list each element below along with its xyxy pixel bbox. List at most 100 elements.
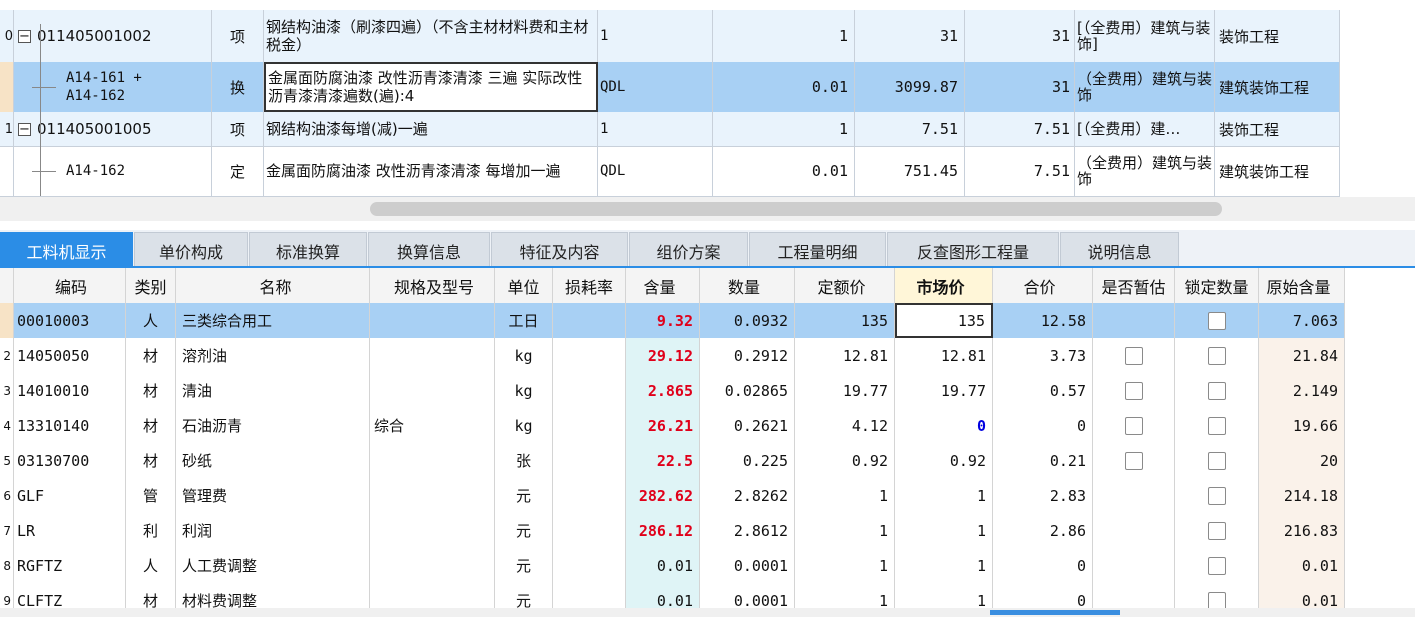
resource-spec[interactable] (370, 548, 495, 583)
resource-content[interactable]: 282.62 (626, 478, 700, 513)
resource-loss-rate[interactable] (553, 443, 626, 478)
resource-name[interactable]: 清油 (176, 373, 370, 408)
header-loss-rate[interactable]: 损耗率 (553, 268, 626, 303)
item-fee[interactable]: [（全费用）建… (1075, 112, 1215, 146)
lock-quantity-checkbox[interactable] (1207, 486, 1226, 505)
item-unit[interactable]: QDL (598, 62, 713, 112)
item-profession[interactable]: 装饰工程 (1215, 10, 1340, 62)
resource-loss-rate[interactable] (553, 548, 626, 583)
header-type[interactable]: 类别 (126, 268, 176, 303)
tab-description-info[interactable]: 说明信息 (1060, 232, 1179, 268)
resource-code[interactable]: 14010010 (14, 373, 126, 408)
item-profession[interactable]: 建筑装饰工程 (1215, 146, 1340, 196)
resource-content[interactable]: 29.12 (626, 338, 700, 373)
resource-content[interactable]: 22.5 (626, 443, 700, 478)
table-row-selected[interactable]: 00010003 人 三类综合用工 工日 9.32 0.0932 135 135… (0, 303, 1345, 339)
resource-content[interactable]: 9.32 (626, 303, 700, 338)
resource-loss-rate[interactable] (553, 373, 626, 408)
header-code[interactable]: 编码 (14, 268, 126, 303)
lock-quantity-checkbox[interactable] (1207, 556, 1226, 575)
lock-quantity-checkbox[interactable] (1207, 311, 1226, 330)
resource-code[interactable]: 03130700 (14, 443, 126, 478)
resource-name[interactable]: 人工费调整 (176, 548, 370, 583)
resource-name[interactable]: 溶剂油 (176, 338, 370, 373)
resource-market-price[interactable]: 1 (895, 513, 993, 548)
header-quota-price[interactable]: 定额价 (795, 268, 895, 303)
item-qty[interactable]: 0.01 (713, 146, 855, 196)
provisional-checkbox[interactable] (1124, 416, 1143, 435)
tab-quantity-detail[interactable]: 工程量明细 (749, 232, 886, 268)
resource-name[interactable]: 利润 (176, 513, 370, 548)
item-name[interactable]: 钢结构油漆每增(减)一遍 (264, 112, 598, 146)
table-row[interactable]: 5 03130700 材 砂纸 张 22.5 0.225 0.92 0.92 0… (0, 443, 1345, 479)
resource-name[interactable]: 材料费调整 (176, 583, 370, 610)
lock-quantity-checkbox[interactable] (1207, 416, 1226, 435)
resource-code[interactable]: 13310140 (14, 408, 126, 443)
item-name-editor[interactable]: 金属面防腐油漆 改性沥青漆清漆 三遍 实际改性沥青漆清漆遍数(遍):4 (264, 62, 598, 112)
resource-type[interactable]: 人 (126, 303, 176, 338)
resource-content[interactable]: 286.12 (626, 513, 700, 548)
item-fee[interactable]: （全费用）建筑与装饰 (1075, 146, 1215, 196)
header-spec[interactable]: 规格及型号 (370, 268, 495, 303)
header-market-price[interactable]: 市场价 (895, 268, 993, 303)
provisional-checkbox[interactable] (1124, 451, 1143, 470)
resource-unit[interactable]: kg (495, 338, 553, 373)
resource-loss-rate[interactable] (553, 408, 626, 443)
lock-quantity-checkbox[interactable] (1207, 346, 1226, 365)
tab-graphic-quantity-lookup[interactable]: 反查图形工程量 (887, 232, 1059, 268)
resource-unit[interactable]: kg (495, 408, 553, 443)
resource-spec[interactable] (370, 303, 495, 338)
tab-standard-conversion[interactable]: 标准换算 (249, 232, 367, 268)
header-lock-quantity[interactable]: 锁定数量 (1175, 268, 1259, 303)
resource-code[interactable]: 14050050 (14, 338, 126, 373)
table-row[interactable]: 1 − 011405001005 项 钢结构油漆每增(减)一遍 1 1 7.51… (0, 112, 1340, 147)
resource-loss-rate[interactable] (553, 338, 626, 373)
provisional-checkbox[interactable] (1124, 381, 1143, 400)
resource-market-price[interactable]: 12.81 (895, 338, 993, 373)
resource-unit[interactable]: 元 (495, 513, 553, 548)
horizontal-scrollbar[interactable] (0, 197, 1415, 221)
item-profession[interactable]: 装饰工程 (1215, 112, 1340, 146)
resource-code[interactable]: GLF (14, 478, 126, 513)
resource-unit[interactable]: kg (495, 373, 553, 408)
scrollbar-thumb[interactable] (370, 202, 1222, 216)
resource-spec[interactable] (370, 338, 495, 373)
table-row[interactable]: 4 13310140 材 石油沥青 综合 kg 26.21 0.2621 4.1… (0, 408, 1345, 444)
table-row[interactable]: 7 LR 利 利润 元 286.12 2.8612 1 1 2.86 216.8… (0, 513, 1345, 549)
resource-spec[interactable] (370, 443, 495, 478)
lock-quantity-checkbox[interactable] (1207, 591, 1226, 610)
item-qty[interactable]: 1 (713, 112, 855, 146)
provisional-checkbox[interactable] (1124, 346, 1143, 365)
resource-spec[interactable] (370, 513, 495, 548)
resource-market-price[interactable]: 0 (895, 408, 993, 443)
resource-spec[interactable] (370, 373, 495, 408)
table-row[interactable]: 3 14010010 材 清油 kg 2.865 0.02865 19.77 1… (0, 373, 1345, 409)
lock-quantity-checkbox[interactable] (1207, 451, 1226, 470)
resource-unit[interactable]: 元 (495, 548, 553, 583)
resource-content[interactable]: 26.21 (626, 408, 700, 443)
resource-unit[interactable]: 张 (495, 443, 553, 478)
item-name[interactable]: 钢结构油漆（刷漆四遍）（不含主材材料费和主材税金） (264, 10, 598, 62)
table-row[interactable]: 0 − 011405001002 项 钢结构油漆（刷漆四遍）（不含主材材料费和主… (0, 10, 1340, 63)
table-row[interactable]: A14-162 定 金属面防腐油漆 改性沥青漆清漆 每增加一遍 QDL 0.01… (0, 146, 1340, 197)
header-content[interactable]: 含量 (626, 268, 700, 303)
header-total-price[interactable]: 合价 (993, 268, 1093, 303)
resource-loss-rate[interactable] (553, 478, 626, 513)
resource-content[interactable]: 0.01 (626, 548, 700, 583)
header-quantity[interactable]: 数量 (700, 268, 795, 303)
resource-type[interactable]: 材 (126, 583, 176, 610)
resource-name[interactable]: 管理费 (176, 478, 370, 513)
resource-type[interactable]: 利 (126, 513, 176, 548)
resource-type[interactable]: 材 (126, 338, 176, 373)
resource-name[interactable]: 石油沥青 (176, 408, 370, 443)
table-row[interactable]: 2 14050050 材 溶剂油 kg 29.12 0.2912 12.81 1… (0, 338, 1345, 374)
header-unit[interactable]: 单位 (495, 268, 553, 303)
resource-code[interactable]: RGFTZ (14, 548, 126, 583)
resource-type[interactable]: 材 (126, 443, 176, 478)
resource-code[interactable]: LR (14, 513, 126, 548)
item-fee[interactable]: （全费用）建筑与装饰 (1075, 62, 1215, 112)
resource-code[interactable]: 00010003 (14, 303, 126, 338)
resource-loss-rate[interactable] (553, 583, 626, 610)
tab-labor-material-machine[interactable]: 工料机显示 (0, 232, 133, 268)
resource-code[interactable]: CLFTZ (14, 583, 126, 610)
